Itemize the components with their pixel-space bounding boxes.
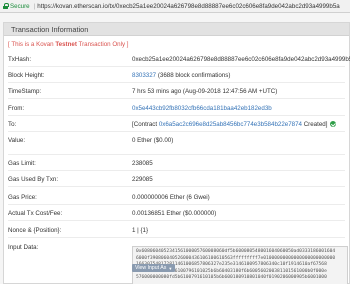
notice-prefix: [ This is a Kovan bbox=[8, 41, 56, 48]
panel-header: Transaction Information bbox=[4, 23, 349, 36]
timestamp-label: TimeStamp: bbox=[8, 88, 42, 95]
contract-address-link[interactable]: 0x6a5ac2c696e8d25ab8456bc774e3b584b22e78… bbox=[159, 121, 302, 128]
to-prefix: [Contract bbox=[132, 121, 159, 128]
from-address-link[interactable]: 0x5e443cb92fb8032cfb66cda181baa42eb182ed… bbox=[132, 105, 272, 112]
txhash-label: TxHash: bbox=[8, 56, 32, 63]
divider bbox=[8, 98, 345, 99]
from-label: From: bbox=[8, 105, 25, 112]
to-suffix: Created] bbox=[301, 121, 328, 128]
value-amount: 0 Ether ($0.00) bbox=[132, 137, 174, 144]
divider bbox=[8, 66, 345, 67]
timestamp-value: 7 hrs 53 mins ago (Aug-09-2018 12:47:56 … bbox=[132, 88, 278, 95]
to-label: To: bbox=[8, 121, 17, 128]
divider bbox=[8, 154, 345, 155]
gas-limit-value: 238085 bbox=[132, 160, 153, 167]
gas-price-label: Gas Price: bbox=[8, 194, 37, 201]
panel-title: Transaction Information bbox=[11, 24, 89, 34]
value-label: Value: bbox=[8, 137, 26, 144]
url-text[interactable]: https://kovan.etherscan.io/tx/0xecb25a1e… bbox=[37, 3, 339, 10]
block-confirmations: (3688 block confirmations) bbox=[157, 72, 231, 79]
address-separator: | bbox=[33, 2, 36, 10]
divider bbox=[8, 186, 345, 187]
input-data-label: Input Data: bbox=[8, 244, 39, 251]
divider bbox=[8, 170, 345, 171]
gas-limit-label: Gas Limit: bbox=[8, 160, 36, 167]
testnet-notice: [ This is a Kovan Testnet Transaction On… bbox=[8, 41, 129, 48]
nonce-value: 1 | {1} bbox=[132, 227, 149, 234]
divider bbox=[8, 115, 345, 116]
divider bbox=[8, 82, 345, 83]
input-data-line: 576000000080fd5b6100791610105b6b60018091… bbox=[136, 275, 327, 280]
divider bbox=[8, 131, 345, 132]
to-value: [Contract 0x6a5ac2c696e8d25ab8456bc774e3… bbox=[132, 121, 337, 128]
gas-used-label: Gas Used By Txn: bbox=[8, 176, 59, 183]
check-circle-icon bbox=[330, 121, 337, 127]
lock-icon bbox=[3, 3, 9, 9]
notice-bold: Testnet bbox=[55, 41, 77, 48]
divider bbox=[8, 220, 345, 221]
secure-label: Secure bbox=[10, 2, 30, 10]
view-input-as-button[interactable]: View Input As ▼ bbox=[132, 264, 176, 272]
input-data-line: 0x608060405234156100005760008060df5b6000… bbox=[136, 249, 336, 254]
nonce-label: Nonce & {Position}: bbox=[8, 227, 62, 234]
cost-fee-value: 0.00136851 Ether ($0.000000) bbox=[132, 210, 217, 217]
divider bbox=[8, 204, 345, 205]
divider bbox=[8, 237, 345, 238]
view-input-as-label: View Input As bbox=[135, 265, 167, 271]
block-height-value: 8303327 (3688 block confirmations) bbox=[132, 72, 230, 79]
cost-fee-label: Actual Tx Cost/Fee: bbox=[8, 210, 63, 217]
txhash-value: 0xecb25a1ee20024a626798e8d88887ee6c02c60… bbox=[132, 56, 350, 63]
block-height-label: Block Height: bbox=[8, 72, 45, 79]
gas-price-value: 0.000000006 Ether (6 Gwei) bbox=[132, 194, 210, 201]
browser-address-bar[interactable]: Secure | https://kovan.etherscan.io/tx/0… bbox=[0, 0, 350, 13]
chevron-down-icon: ▼ bbox=[168, 265, 173, 271]
notice-suffix: Transaction Only ] bbox=[76, 41, 129, 48]
gas-used-value: 229085 bbox=[132, 176, 153, 183]
block-number-link[interactable]: 8303327 bbox=[132, 72, 156, 79]
